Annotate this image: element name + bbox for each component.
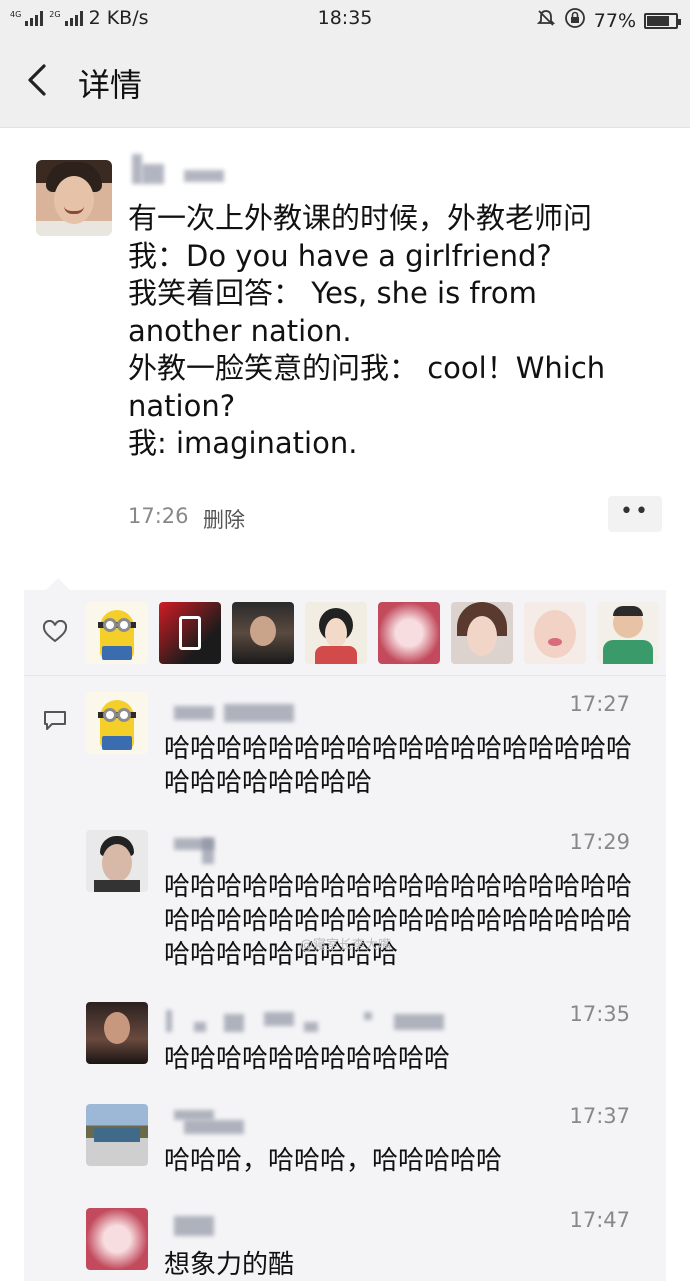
post-time: 17:26: [128, 504, 189, 528]
commenter-avatar[interactable]: [86, 1002, 148, 1064]
comment-item: 17:35 哈哈哈哈哈哈哈哈哈哈哈: [24, 1002, 666, 1082]
battery-icon: [644, 12, 681, 29]
comment-time: 17:35: [569, 1002, 630, 1026]
comment-text[interactable]: 哈哈哈，哈哈哈，哈哈哈哈哈: [164, 1144, 634, 1178]
commenter-avatar[interactable]: [86, 1104, 148, 1166]
liker-avatar[interactable]: [451, 602, 513, 664]
chevron-left-icon: [28, 64, 46, 96]
back-button[interactable]: [22, 58, 62, 102]
moment-detail: 有一次上外教课的时候，外教老师问 我：Do you have a girlfri…: [0, 128, 690, 1281]
post-text: 有一次上外教课的时候，外教老师问 我：Do you have a girlfri…: [128, 201, 606, 460]
nav-bar: 详情: [0, 36, 690, 128]
liker-avatar[interactable]: [305, 602, 367, 664]
comment-item: 17:27 哈哈哈哈哈哈哈哈哈哈哈哈哈哈哈哈哈哈哈哈哈哈哈哈哈哈: [24, 692, 666, 802]
status-right: 77%: [536, 7, 681, 34]
comment-item: 17:29 哈哈哈哈哈哈哈哈哈哈哈哈哈哈哈哈哈哈哈哈哈哈哈哈哈哈哈哈哈哈哈哈哈哈…: [24, 830, 666, 980]
heart-icon: [42, 620, 68, 643]
liker-avatar[interactable]: [524, 602, 586, 664]
more-actions-button[interactable]: ••: [608, 496, 662, 532]
comment-item: 17:47 想象力的酷: [24, 1208, 666, 1281]
comment-time: 17:29: [569, 830, 630, 854]
commenter-name-blurred[interactable]: [164, 1006, 464, 1036]
commenter-name-blurred[interactable]: [164, 834, 464, 864]
page-title: 详情: [78, 66, 143, 104]
commenter-name-blurred[interactable]: [164, 1108, 464, 1138]
battery-percent: 77%: [593, 9, 636, 32]
comment-text[interactable]: 哈哈哈哈哈哈哈哈哈哈哈哈哈哈哈哈哈哈哈哈哈哈哈哈哈哈哈哈哈哈哈哈哈哈哈哈哈哈哈哈…: [164, 870, 634, 972]
bell-muted-icon: [536, 8, 556, 33]
likes-row: [24, 590, 666, 676]
commenter-avatar[interactable]: [86, 830, 148, 892]
comment-text[interactable]: 想象力的酷: [164, 1248, 634, 1281]
comment-time: 17:37: [569, 1104, 630, 1128]
liker-avatar[interactable]: [159, 602, 221, 664]
liker-avatar[interactable]: [378, 602, 440, 664]
commenter-avatar[interactable]: [86, 1208, 148, 1270]
comment-item: 17:37 哈哈哈，哈哈哈，哈哈哈哈哈: [24, 1104, 666, 1190]
liker-avatar[interactable]: [232, 602, 294, 664]
commenter-name-blurred[interactable]: [164, 1212, 464, 1242]
status-bar: 4G 2G 2 KB/s 18:35 77%: [0, 0, 690, 36]
commenter-avatar[interactable]: [86, 692, 148, 754]
rotation-lock-icon: [564, 7, 586, 34]
comment-text[interactable]: 哈哈哈哈哈哈哈哈哈哈哈哈哈哈哈哈哈哈哈哈哈哈哈哈哈哈: [164, 732, 634, 800]
commenter-name-blurred[interactable]: [164, 696, 464, 726]
comment-text[interactable]: 哈哈哈哈哈哈哈哈哈哈哈: [164, 1042, 634, 1076]
watermark: @寝室长李大嘴: [300, 938, 392, 953]
liker-avatar[interactable]: [597, 602, 659, 664]
comment-time: 17:47: [569, 1208, 630, 1232]
author-avatar[interactable]: [36, 160, 112, 236]
liker-avatar[interactable]: [86, 602, 148, 664]
delete-button[interactable]: 删除: [203, 504, 245, 534]
author-name-blurred[interactable]: [130, 152, 330, 186]
comment-time: 17:27: [569, 692, 630, 716]
